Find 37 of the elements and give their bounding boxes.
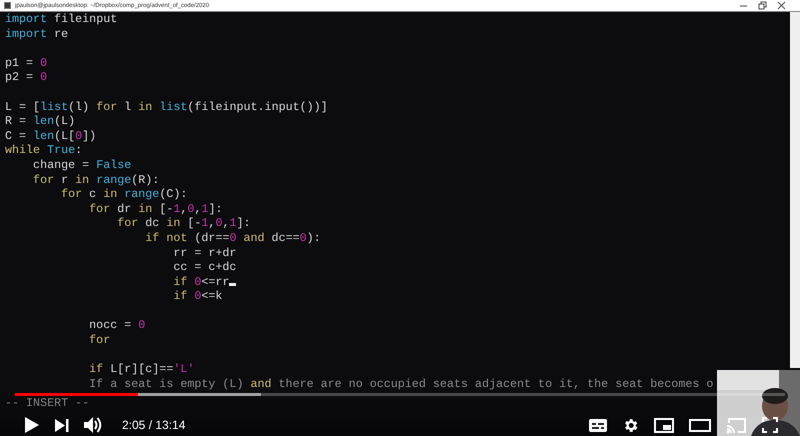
- code-line: for r in range(R):: [32, 172, 160, 188]
- code-line: If a seat is empty (L) and there are no occupied seats adjacent to it, the seat becomes o: [88, 376, 714, 392]
- settings-icon[interactable]: [622, 416, 639, 434]
- restore-icon[interactable]: [758, 1, 767, 10]
- play-icon[interactable]: [24, 416, 40, 434]
- code-line: import re: [5, 26, 70, 42]
- close-icon[interactable]: [777, 1, 786, 10]
- code-line: C = len(L[0]): [5, 128, 98, 144]
- code-line: cc = c+dc: [172, 260, 238, 275]
- code-line: p1 = 0: [5, 56, 48, 70]
- editor-mode: -- INSERT --: [5, 396, 90, 412]
- next-icon[interactable]: [55, 418, 69, 432]
- volume-icon[interactable]: [84, 416, 103, 434]
- code-line: if L[r][c]=='L': [88, 362, 196, 377]
- time-display: 2:05 / 13:14: [122, 418, 186, 432]
- code-line: while True:: [5, 143, 84, 158]
- code-line: R = len(L): [5, 114, 76, 129]
- code-line: if 0<=k: [172, 289, 224, 304]
- progress-bar[interactable]: [15, 393, 785, 396]
- code-line: if 0<=rr: [5, 274, 790, 290]
- code-line: for c in range(C):: [60, 187, 188, 202]
- theater-icon[interactable]: [689, 418, 711, 432]
- fullscreen-icon[interactable]: [762, 417, 778, 433]
- terminal-icon: [4, 2, 11, 9]
- code-line: if not (dr==0 and dc==0):: [144, 230, 322, 246]
- code-line: p2 = 0: [5, 70, 48, 85]
- subtitles-icon[interactable]: [589, 418, 607, 432]
- code-line: import fileinput: [5, 12, 118, 27]
- code-line: nocc = 0: [88, 318, 146, 334]
- code-line: L = [list(l) for l in list(fileinput.input())]: [5, 100, 329, 114]
- scrollbar[interactable]: [790, 12, 800, 368]
- code-line: rr = r+dr: [172, 246, 238, 260]
- code-line: change = False: [32, 158, 132, 173]
- code-line: for: [88, 333, 112, 348]
- code-line: for dr in [-1,0,1]:: [88, 202, 224, 216]
- miniplayer-icon[interactable]: [654, 418, 674, 432]
- code-line: for dc in [-1,0,1]:: [116, 216, 252, 231]
